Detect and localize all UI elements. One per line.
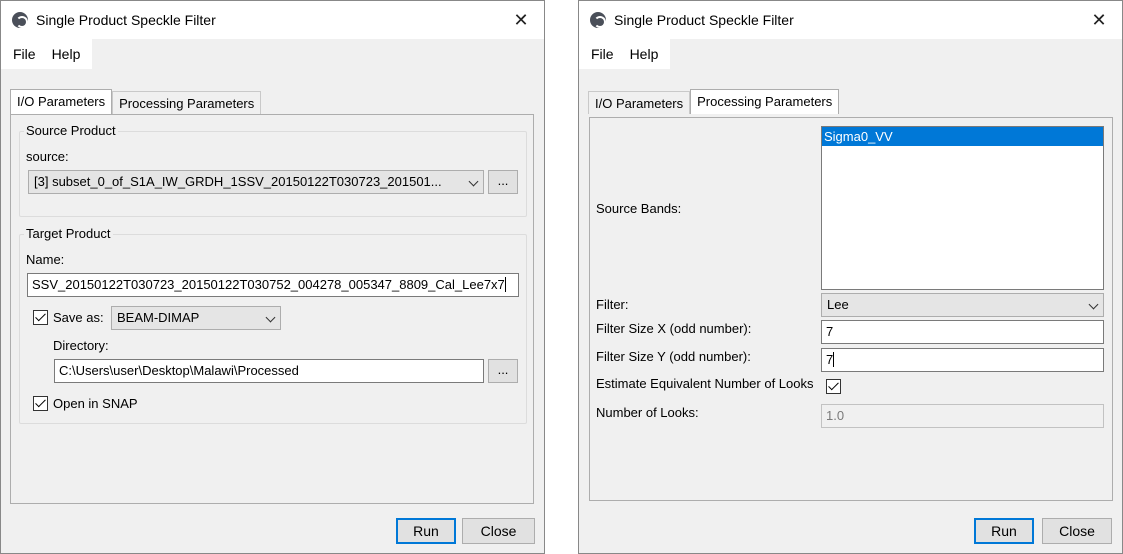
estimate-enl-checkbox[interactable] [826, 379, 841, 394]
tab-io-parameters[interactable]: I/O Parameters [588, 91, 691, 114]
window-title: Single Product Speckle Filter [614, 12, 794, 28]
window-title: Single Product Speckle Filter [36, 12, 216, 28]
close-window-icon[interactable]: ✕ [1086, 7, 1112, 33]
directory-input[interactable]: C:\Users\user\Desktop\Malawi\Processed [54, 359, 484, 383]
source-bands-list[interactable]: Sigma0_VV [821, 126, 1104, 290]
menu-help[interactable]: Help [44, 39, 89, 69]
filter-label: Filter: [596, 297, 629, 312]
source-product-select[interactable]: [3] subset_0_of_S1A_IW_GRDH_1SSV_2015012… [28, 170, 484, 194]
menu-help[interactable]: Help [622, 39, 667, 69]
save-as-checkbox[interactable] [33, 310, 48, 325]
directory-value: C:\Users\user\Desktop\Malawi\Processed [59, 363, 299, 378]
tab-processing-parameters[interactable]: Processing Parameters [690, 89, 840, 114]
menu-bar: File Help [1, 39, 544, 69]
name-label: Name: [26, 252, 65, 267]
filter-size-x-input[interactable]: 7 [821, 320, 1104, 344]
text-caret [833, 352, 835, 367]
estimate-enl-label: Estimate Equivalent Number of Looks [596, 376, 814, 391]
snap-app-icon [12, 12, 28, 28]
save-format-value: BEAM-DIMAP [117, 310, 200, 325]
source-bands-label: Source Bands: [596, 201, 682, 216]
menu-file[interactable]: File [5, 39, 44, 69]
target-product-group: Target Product Name: SSV_20150122T030723… [19, 226, 527, 424]
directory-label: Directory: [53, 338, 109, 353]
processing-parameters-panel: Source Bands: Sigma0_VV Filter: Lee Filt… [589, 117, 1113, 501]
list-item[interactable]: Sigma0_VV [822, 127, 1103, 146]
title-bar: Single Product Speckle Filter ✕ [1, 1, 544, 39]
text-caret [504, 277, 506, 292]
menu-file[interactable]: File [583, 39, 622, 69]
open-in-snap-label: Open in SNAP [53, 396, 138, 411]
menu-bar: File Help [579, 39, 1122, 69]
save-as-label: Save as: [53, 310, 104, 325]
source-browse-button[interactable]: ... [488, 170, 518, 194]
title-bar: Single Product Speckle Filter ✕ [579, 1, 1122, 39]
chevron-down-icon [265, 312, 276, 323]
chevron-down-icon [468, 176, 479, 187]
tab-strip: I/O Parameters Processing Parameters [588, 89, 840, 114]
close-button[interactable]: Close [462, 518, 535, 544]
snap-app-icon [590, 12, 606, 28]
source-product-title: Source Product [24, 123, 118, 138]
target-product-title: Target Product [24, 226, 113, 241]
filter-size-y-label: Filter Size Y (odd number): [596, 349, 751, 364]
run-button[interactable]: Run [974, 518, 1034, 544]
filter-size-y-input[interactable]: 7 [821, 348, 1104, 372]
chevron-down-icon [1088, 299, 1099, 310]
save-format-select[interactable]: BEAM-DIMAP [111, 306, 281, 330]
processing-parameters-dialog: Single Product Speckle Filter ✕ File Hel… [578, 0, 1123, 554]
target-name-value: SSV_20150122T030723_20150122T030752_0042… [32, 277, 505, 292]
filter-size-y-value: 7 [826, 352, 834, 367]
tab-io-parameters[interactable]: I/O Parameters [10, 89, 113, 114]
open-in-snap-checkbox[interactable] [33, 396, 48, 411]
run-button[interactable]: Run [396, 518, 456, 544]
tab-strip: I/O Parameters Processing Parameters [10, 89, 262, 114]
source-label: source: [26, 149, 69, 164]
num-looks-label: Number of Looks: [596, 405, 699, 420]
target-name-input[interactable]: SSV_20150122T030723_20150122T030752_0042… [27, 273, 519, 297]
io-parameters-panel: Source Product source: [3] subset_0_of_S… [10, 114, 534, 504]
filter-size-x-value: 7 [826, 324, 834, 339]
close-window-icon[interactable]: ✕ [508, 7, 534, 33]
close-button[interactable]: Close [1042, 518, 1112, 544]
num-looks-value: 1.0 [826, 408, 845, 423]
filter-value: Lee [827, 297, 849, 312]
num-looks-input: 1.0 [821, 404, 1104, 428]
filter-size-x-label: Filter Size X (odd number): [596, 321, 752, 336]
source-product-value: [3] subset_0_of_S1A_IW_GRDH_1SSV_2015012… [34, 174, 442, 189]
tab-processing-parameters[interactable]: Processing Parameters [112, 91, 262, 114]
source-product-group: Source Product source: [3] subset_0_of_S… [19, 123, 527, 217]
filter-select[interactable]: Lee [821, 293, 1104, 317]
io-parameters-dialog: Single Product Speckle Filter ✕ File Hel… [0, 0, 545, 554]
directory-browse-button[interactable]: ... [488, 359, 518, 383]
